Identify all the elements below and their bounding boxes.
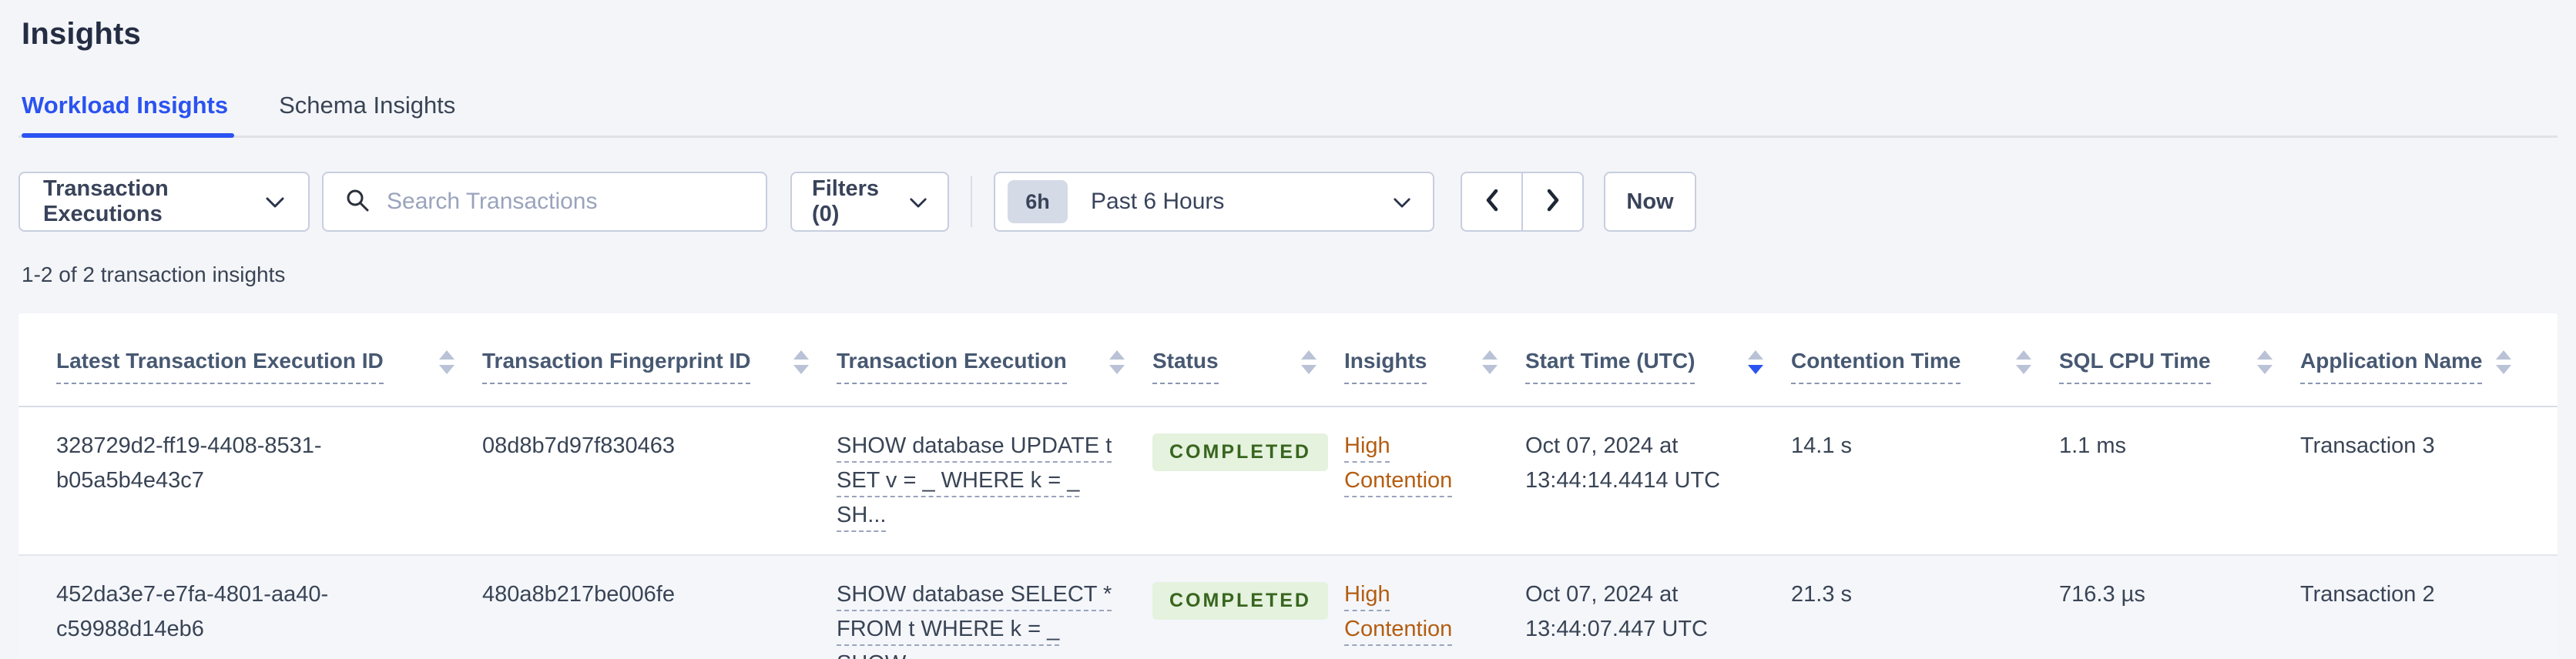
sort-icon[interactable] — [2016, 350, 2031, 374]
cell-transaction-execution: SHOW database SELECT * FROM t WHERE k = … — [837, 556, 1152, 659]
sort-icon[interactable] — [2496, 350, 2511, 374]
tab-schema-insights[interactable]: Schema Insights — [279, 92, 455, 138]
status-badge: COMPLETED — [1152, 433, 1328, 471]
time-range-arrows — [1461, 172, 1584, 232]
time-range-badge: 6h — [1008, 180, 1068, 223]
column-header-label: Status — [1152, 349, 1219, 384]
time-range-picker[interactable]: 6h Past 6 Hours — [994, 172, 1434, 232]
chevron-down-icon — [1393, 189, 1411, 215]
cell-execution-id: 452da3e7-e7fa-4801-aa40-c59988d14eb6 — [56, 582, 329, 641]
cell-insights: High Contention — [1344, 407, 1525, 554]
chevron-down-icon — [265, 189, 285, 215]
column-header-label: Latest Transaction Execution ID — [56, 349, 384, 384]
cell-status: COMPLETED — [1152, 407, 1344, 554]
search-icon — [344, 186, 371, 218]
sort-icon[interactable] — [2257, 350, 2272, 374]
cell-status: COMPLETED — [1152, 556, 1344, 659]
results-count: 1-2 of 2 transaction insights — [22, 263, 286, 286]
filters-button-label: Filters (0) — [812, 176, 880, 226]
cell-contention-time: 14.1 s — [1791, 433, 1852, 458]
controls-divider — [971, 176, 972, 227]
column-header-label: Contention Time — [1791, 349, 1961, 384]
sort-icon[interactable] — [1748, 350, 1763, 374]
time-range-next-button[interactable] — [1522, 172, 1584, 232]
cell-fingerprint-id: 480a8b217be006fe — [482, 582, 675, 607]
transaction-query-link[interactable]: SHOW database UPDATE t SET v = _ WHERE k… — [837, 433, 1112, 527]
now-button-label: Now — [1626, 189, 1674, 214]
chevron-right-icon — [1545, 188, 1561, 216]
filters-button[interactable]: Filters (0) — [790, 172, 949, 232]
cell-sql-cpu-time: 1.1 ms — [2059, 433, 2127, 458]
cell-start-time: Oct 07, 2024 at 13:44:07.447 UTC — [1525, 582, 1708, 641]
chevron-left-icon — [1484, 188, 1500, 216]
table-header-row: Latest Transaction Execution ID Transact… — [18, 313, 2558, 407]
sort-icon[interactable] — [793, 350, 809, 374]
column-header-sql-cpu-time[interactable]: SQL CPU Time — [2059, 349, 2300, 406]
time-range-prev-button[interactable] — [1461, 172, 1522, 232]
cell-execution-id: 328729d2-ff19-4408-8531-b05a5b4e43c7 — [56, 433, 322, 493]
column-header-label: Transaction Fingerprint ID — [482, 349, 751, 384]
column-header-label: Insights — [1344, 349, 1427, 384]
column-header-label: Start Time (UTC) — [1525, 349, 1696, 384]
table-row: 452da3e7-e7fa-4801-aa40-c59988d14eb6 480… — [18, 556, 2558, 659]
cell-start-time: Oct 07, 2024 at 13:44:14.4414 UTC — [1525, 433, 1721, 493]
insight-link[interactable]: High Contention — [1344, 582, 1452, 641]
cell-contention-time: 21.3 s — [1791, 582, 1852, 607]
search-input[interactable] — [387, 189, 746, 215]
cell-insights: High Contention — [1344, 556, 1525, 659]
column-header-contention-time[interactable]: Contention Time — [1791, 349, 2059, 406]
column-header-label: Application Name — [2300, 349, 2483, 384]
search-box[interactable] — [322, 172, 767, 232]
sort-icon[interactable] — [1109, 350, 1125, 374]
insight-link[interactable]: High Contention — [1344, 433, 1452, 493]
workload-type-select[interactable]: Transaction Executions — [18, 172, 310, 232]
insights-table-card: Latest Transaction Execution ID Transact… — [18, 313, 2558, 659]
status-badge: COMPLETED — [1152, 582, 1328, 620]
chevron-down-icon — [909, 189, 927, 215]
time-range-label: Past 6 Hours — [1091, 189, 1225, 214]
cell-application-name: Transaction 2 — [2300, 582, 2435, 607]
tab-bar: Workload Insights Schema Insights — [18, 92, 2558, 138]
column-header-latest-transaction-execution-id[interactable]: Latest Transaction Execution ID — [56, 349, 482, 406]
workload-type-select-value: Transaction Executions — [43, 176, 169, 226]
column-header-application-name[interactable]: Application Name — [2300, 349, 2539, 406]
column-header-start-time[interactable]: Start Time (UTC) — [1525, 349, 1791, 406]
cell-sql-cpu-time: 716.3 µs — [2059, 582, 2145, 607]
insights-page: Insights Workload Insights Schema Insigh… — [0, 0, 2576, 659]
controls-row: Transaction Executions Filters (0) 6h — [18, 172, 2558, 232]
table-row: 328729d2-ff19-4408-8531-b05a5b4e43c7 08d… — [18, 407, 2558, 556]
column-header-transaction-execution[interactable]: Transaction Execution — [837, 349, 1152, 406]
cell-fingerprint-id: 08d8b7d97f830463 — [482, 433, 675, 458]
transaction-query-link[interactable]: SHOW database SELECT * FROM t WHERE k = … — [837, 582, 1112, 659]
sort-icon[interactable] — [1301, 350, 1317, 374]
column-header-transaction-fingerprint-id[interactable]: Transaction Fingerprint ID — [482, 349, 837, 406]
now-button[interactable]: Now — [1604, 172, 1696, 232]
column-header-label: SQL CPU Time — [2059, 349, 2211, 384]
cell-application-name: Transaction 3 — [2300, 433, 2435, 458]
sort-icon[interactable] — [439, 350, 454, 374]
column-header-label: Transaction Execution — [837, 349, 1067, 384]
page-title: Insights — [22, 17, 141, 51]
tab-workload-insights[interactable]: Workload Insights — [22, 92, 235, 138]
column-header-insights[interactable]: Insights — [1344, 349, 1525, 406]
sort-icon[interactable] — [1482, 350, 1498, 374]
column-header-status[interactable]: Status — [1152, 349, 1344, 406]
cell-transaction-execution: SHOW database UPDATE t SET v = _ WHERE k… — [837, 407, 1152, 554]
